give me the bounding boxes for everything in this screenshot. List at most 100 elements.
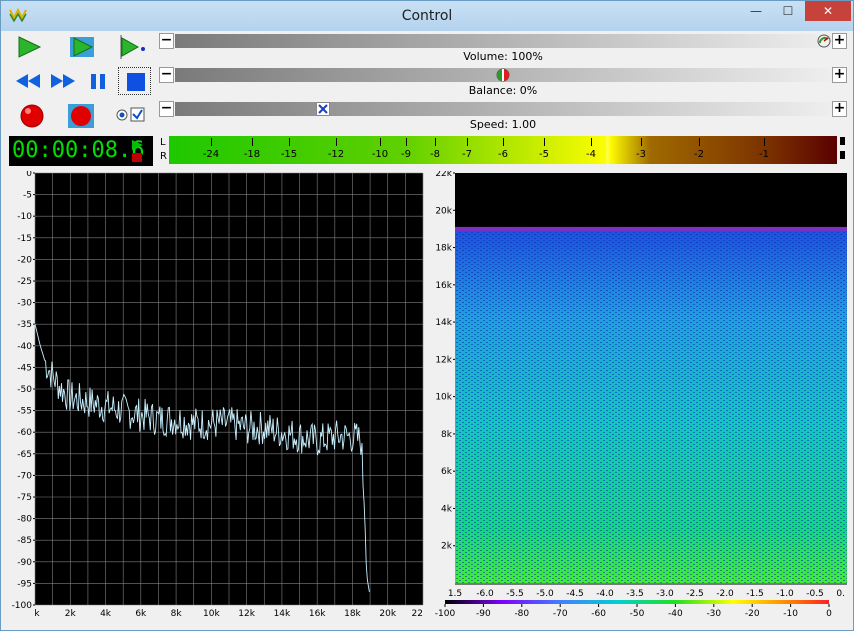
vu-tick-mark bbox=[289, 138, 290, 146]
vu-tick-label: -5 bbox=[539, 149, 549, 160]
vu-tick-mark bbox=[503, 138, 504, 146]
colorbar-tick-label: -70 bbox=[553, 609, 568, 619]
speed-thumb-icon[interactable] bbox=[316, 102, 331, 116]
vu-tick-label: -3 bbox=[636, 149, 646, 160]
speed-label: Speed: 1.00 bbox=[469, 118, 537, 131]
minimize-button[interactable]: — bbox=[741, 1, 771, 21]
vu-tick-mark bbox=[211, 138, 212, 146]
vu-tick-mark bbox=[252, 138, 253, 146]
speed-track[interactable] bbox=[175, 102, 831, 116]
balance-increase-button[interactable]: + bbox=[832, 67, 847, 83]
vu-tick-mark bbox=[764, 138, 765, 146]
y-tick-label: -90 bbox=[17, 558, 32, 568]
vu-tick-label: -10 bbox=[371, 149, 389, 160]
spectrogram-x-tick-label: 1.5 bbox=[448, 589, 462, 599]
play-from-button[interactable] bbox=[113, 33, 146, 61]
spectrogram-y-tick-label: 20k bbox=[435, 206, 452, 216]
record-icon bbox=[20, 104, 44, 128]
stop-icon bbox=[127, 73, 145, 91]
balance-slider[interactable]: − + bbox=[159, 67, 847, 83]
vu-tick-label: -6 bbox=[498, 149, 508, 160]
volume-label: Volume: 100% bbox=[463, 50, 543, 63]
y-tick-label: -75 bbox=[17, 493, 32, 503]
y-tick-label: -85 bbox=[17, 536, 32, 546]
x-tick-label: 2k bbox=[65, 609, 77, 619]
x-tick-label: 8k bbox=[171, 609, 183, 619]
volume-decrease-button[interactable]: − bbox=[159, 33, 174, 49]
colorbar-tick-label: -80 bbox=[514, 609, 529, 619]
colorbar-tick-label: -20 bbox=[745, 609, 760, 619]
spectrogram-y-tick-label: 14k bbox=[435, 318, 452, 328]
speed-slider[interactable]: − + bbox=[159, 101, 847, 117]
fast-forward-button[interactable] bbox=[46, 67, 79, 95]
spectrogram-x-tick-label: -6.0 bbox=[476, 589, 494, 599]
spectrogram-y-tick-label: 16k bbox=[435, 281, 452, 291]
vu-tick-label: -7 bbox=[462, 149, 472, 160]
play-loop-button[interactable] bbox=[65, 33, 98, 61]
speed-increase-button[interactable]: + bbox=[832, 101, 847, 117]
y-tick-label: -20 bbox=[17, 255, 32, 265]
spectrogram-y-tick-label: 4k bbox=[441, 504, 453, 514]
spectrogram-x-tick-label: -0.5 bbox=[806, 589, 824, 599]
y-tick-label: -100 bbox=[12, 601, 33, 611]
balance-decrease-button[interactable]: − bbox=[159, 67, 174, 83]
close-button[interactable]: ✕ bbox=[805, 1, 851, 21]
colorbar-tick-label: -50 bbox=[630, 609, 645, 619]
colorbar-tick-label: -90 bbox=[476, 609, 491, 619]
rewind-button[interactable] bbox=[11, 67, 44, 95]
y-tick-label: -70 bbox=[17, 471, 32, 481]
colorbar-tick-label: -40 bbox=[668, 609, 683, 619]
vu-tick-label: -12 bbox=[327, 149, 345, 160]
pause-button[interactable] bbox=[81, 67, 114, 95]
vu-level-marker bbox=[606, 136, 609, 164]
record-stop-icon bbox=[68, 104, 94, 128]
spectrogram-y-tick-label: 6k bbox=[441, 467, 453, 477]
spectrogram-x-tick-label: -4.5 bbox=[566, 589, 584, 599]
record-stop-button[interactable] bbox=[63, 101, 96, 129]
x-tick-label: 4k bbox=[100, 609, 112, 619]
y-tick-label: -15 bbox=[17, 234, 32, 244]
rewind-icon bbox=[16, 74, 40, 88]
title-bar[interactable]: Control — ☐ ✕ bbox=[1, 1, 853, 31]
spectrogram-colorbar bbox=[445, 600, 829, 604]
y-tick-label: 0 bbox=[26, 171, 32, 179]
pause-icon bbox=[91, 74, 105, 89]
colorbar-tick-label: -10 bbox=[783, 609, 798, 619]
fast-forward-icon bbox=[51, 74, 75, 88]
spectrogram-x-tick-label: -5.0 bbox=[536, 589, 554, 599]
spectrogram-y-tick-label: 12k bbox=[435, 355, 452, 365]
colorbar-tick-label: 0 bbox=[826, 609, 832, 619]
vu-tick-mark bbox=[380, 138, 381, 146]
vu-tick-label: -24 bbox=[202, 149, 220, 160]
spectrogram-x-tick-label: 0. bbox=[836, 589, 845, 599]
vu-tick-label: -15 bbox=[280, 149, 298, 160]
play-button[interactable] bbox=[11, 33, 44, 61]
spectrogram-y-tick-label: 2k bbox=[441, 542, 453, 552]
volume-thumb-icon[interactable] bbox=[817, 34, 831, 48]
spectrogram-x-tick-label: -5.5 bbox=[506, 589, 524, 599]
monitor-button[interactable] bbox=[111, 101, 151, 129]
y-tick-label: -95 bbox=[17, 579, 32, 589]
play-from-icon bbox=[120, 35, 145, 59]
spectrogram-x-tick-label: -3.0 bbox=[656, 589, 674, 599]
colorbar-tick-label: -60 bbox=[591, 609, 606, 619]
colorbar-tick-label: -100 bbox=[435, 609, 456, 619]
vu-tick-label: -2 bbox=[694, 149, 704, 160]
x-tick-label: 20k bbox=[379, 609, 396, 619]
spectrogram-y-tick-label: 10k bbox=[435, 393, 452, 403]
vu-tick-label: -9 bbox=[401, 149, 411, 160]
speed-decrease-button[interactable]: − bbox=[159, 101, 174, 117]
volume-increase-button[interactable]: + bbox=[832, 33, 847, 49]
vu-tick-mark bbox=[435, 138, 436, 146]
vu-tick-mark bbox=[699, 138, 700, 146]
record-button[interactable] bbox=[15, 101, 48, 129]
y-tick-label: -5 bbox=[23, 191, 32, 201]
volume-slider[interactable]: − + bbox=[159, 33, 847, 49]
stop-button[interactable] bbox=[118, 67, 151, 95]
window-title: Control bbox=[401, 8, 453, 24]
volume-track[interactable] bbox=[175, 34, 831, 48]
y-tick-label: -45 bbox=[17, 363, 32, 373]
time-readout: 00:00:08.6 bbox=[12, 138, 145, 163]
maximize-button[interactable]: ☐ bbox=[773, 1, 803, 21]
balance-thumb-icon[interactable] bbox=[496, 68, 510, 82]
